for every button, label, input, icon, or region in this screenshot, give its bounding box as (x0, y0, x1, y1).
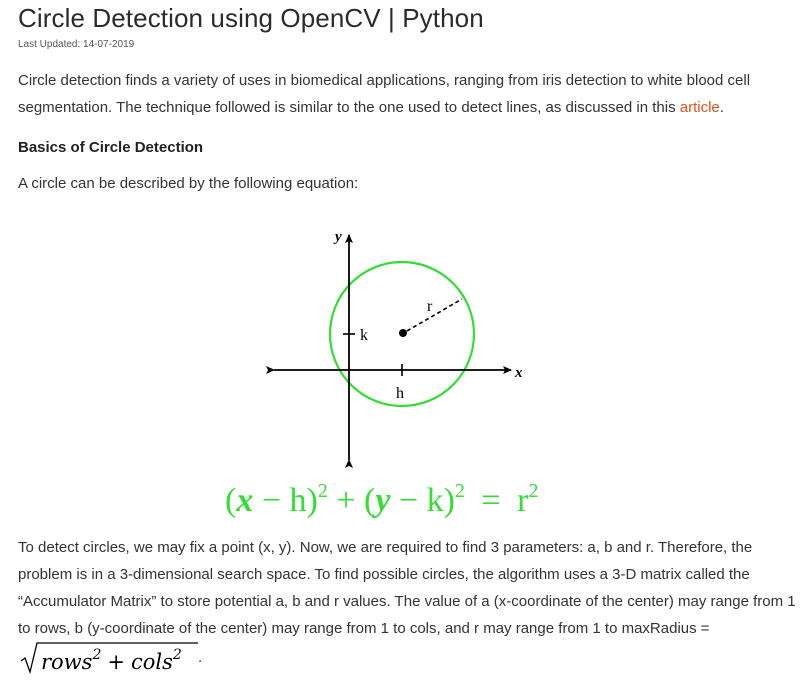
max-radius-formula: rows2 + cols2 (20, 642, 198, 674)
circle-equation: (x − h)2 + (y − k)2 = r2 (225, 480, 538, 519)
label-r: r (427, 298, 433, 315)
circle-diagram: y x k h r (x − h)2 + (y − k)2 = r2 (225, 229, 538, 519)
label-k: k (360, 327, 368, 344)
label-y: y (333, 229, 342, 245)
equation-intro: A circle can be described by the followi… (18, 175, 359, 192)
intro-text: Circle detection finds a variety of uses… (18, 72, 751, 116)
intro-end: . (719, 99, 724, 116)
last-updated: Last Updated: 14-07-2019 (18, 39, 135, 50)
page-title: Circle Detection using OpenCV | Python (18, 3, 484, 33)
radius-line (406, 298, 463, 332)
label-h: h (396, 385, 404, 402)
intro-paragraph: Circle detection finds a variety of uses… (18, 67, 798, 121)
label-x: x (514, 365, 523, 381)
section-heading: Basics of Circle Detection (18, 139, 204, 156)
article: Circle Detection using OpenCV | Python L… (18, 0, 798, 195)
body-text: To detect circles, we may fix a point (x… (18, 539, 796, 637)
center-point (399, 329, 407, 337)
body-paragraph: To detect circles, we may fix a point (x… (18, 534, 798, 674)
article-link[interactable]: article (680, 99, 720, 116)
body-end: . (198, 648, 203, 666)
svg-text:rows2+cols2: rows2 + cols2 (41, 647, 182, 674)
